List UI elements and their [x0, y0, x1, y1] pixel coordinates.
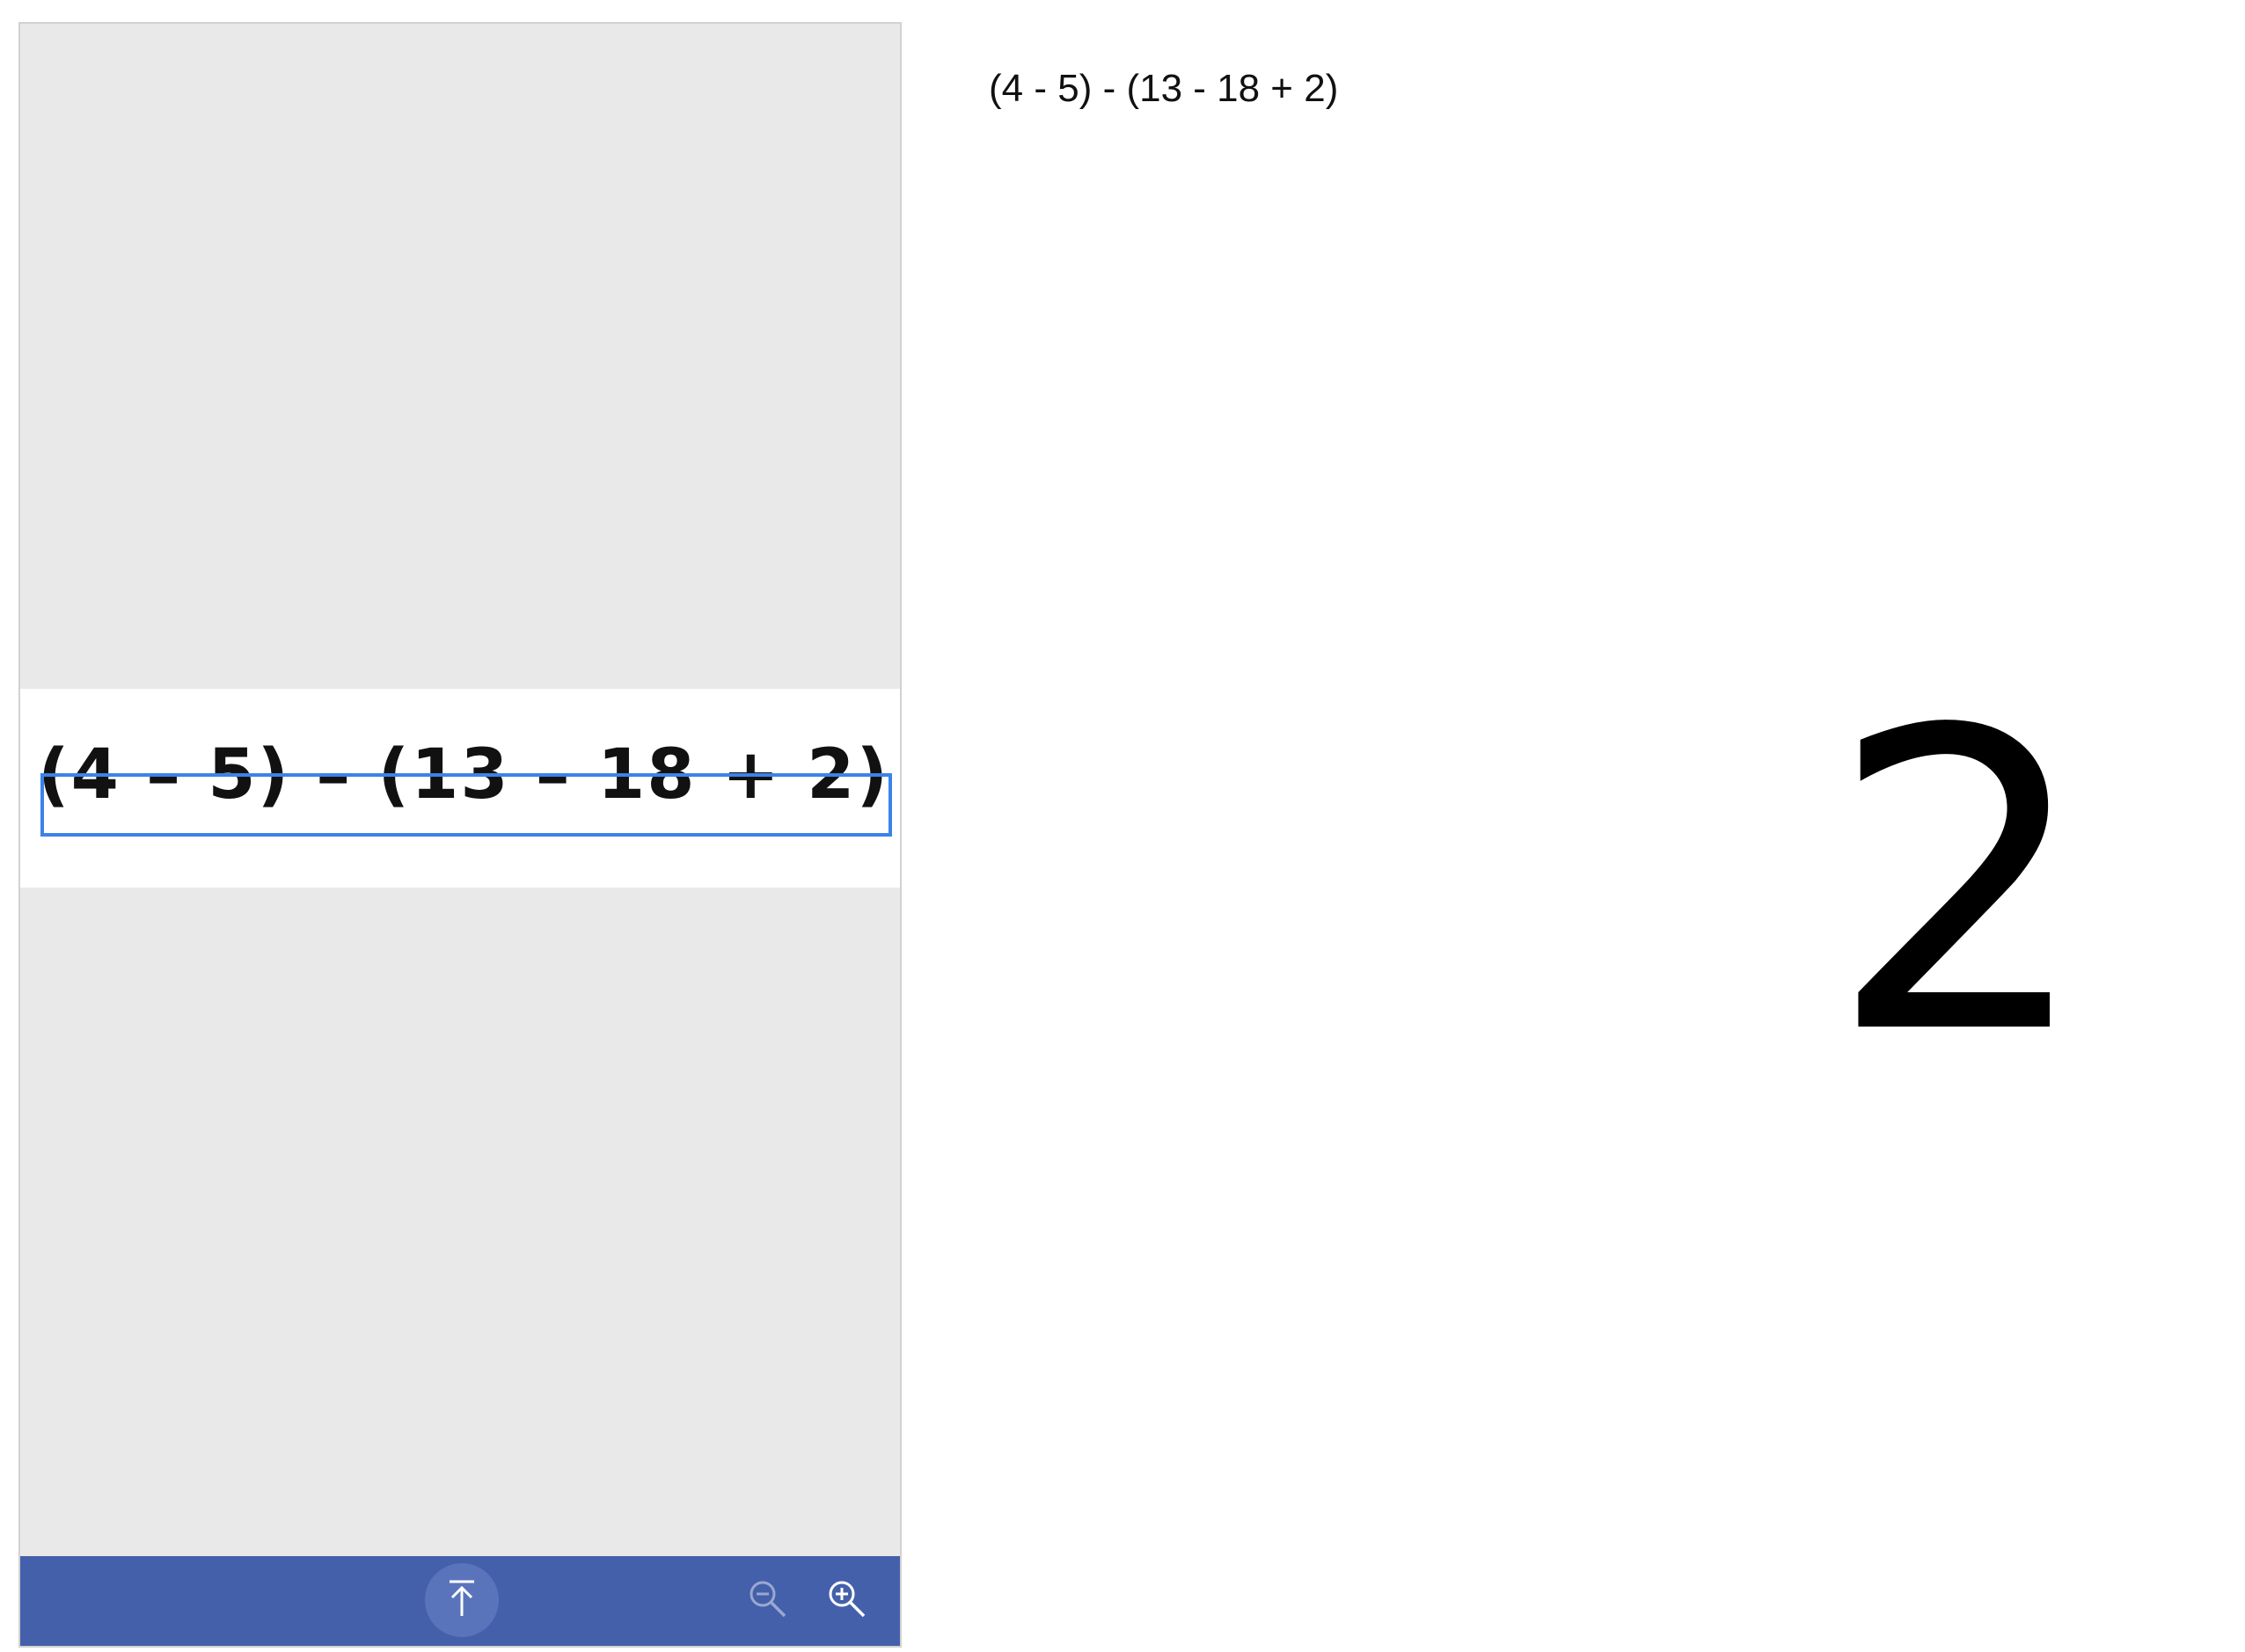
answer-result: 2 [1828, 643, 2092, 1124]
arrow-up-to-line-icon [444, 1577, 479, 1623]
document-viewer[interactable]: (4 – 5) – (13 – 18 + 2) [18, 22, 902, 1648]
document-expression: (4 – 5) – (13 – 18 + 2) [38, 735, 890, 815]
zoom-in-button[interactable] [823, 1577, 871, 1625]
viewer-toolbar [20, 1556, 900, 1646]
zoom-out-button[interactable] [744, 1577, 792, 1625]
zoom-in-icon [825, 1577, 869, 1625]
document-image-strip: (4 – 5) – (13 – 18 + 2) [20, 689, 900, 888]
recognized-expression: (4 - 5) - (13 - 18 + 2) [989, 67, 1339, 110]
scroll-to-top-button[interactable] [425, 1563, 499, 1637]
zoom-out-icon [746, 1577, 790, 1625]
